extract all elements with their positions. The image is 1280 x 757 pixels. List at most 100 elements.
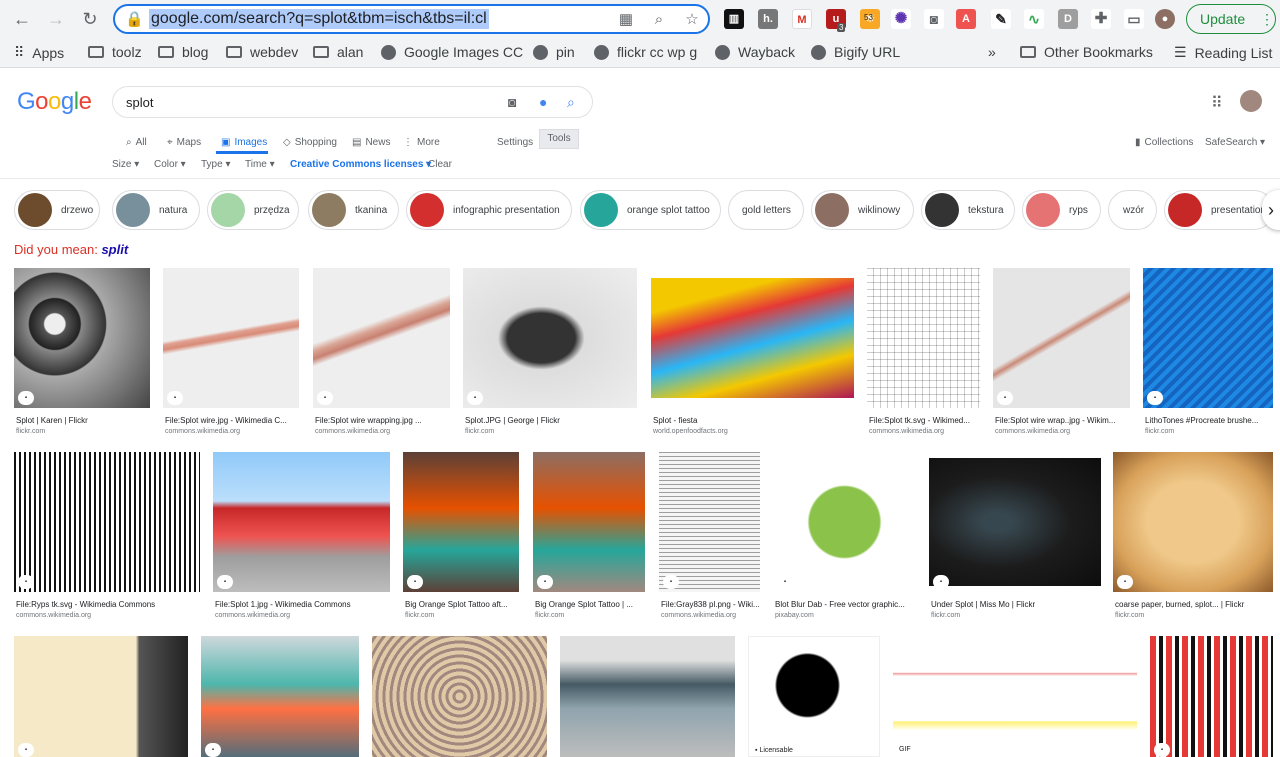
result-title[interactable]: Under Splot | Miss Mo | Flickr [931, 600, 1035, 609]
result-title[interactable]: Big Orange Splot Tattoo aft... [405, 600, 508, 609]
image-result[interactable]: ▪ File:Splot wire wrapping.jpg ... commo… [313, 268, 450, 436]
image-result[interactable] [560, 636, 735, 757]
image-result[interactable]: ▪ File:Splot wire wrap..jpg - Wikim... c… [993, 268, 1130, 436]
tab-news[interactable]: ▤ News [352, 134, 390, 150]
lock-icon[interactable]: 🔒 [125, 11, 144, 29]
related-chip[interactable]: drzewo [14, 190, 100, 230]
image-result[interactable]: GIF [893, 636, 1137, 757]
extension-hypothesis-icon[interactable]: h. [758, 9, 778, 29]
result-title[interactable]: File:Splot wire wrapping.jpg ... [315, 416, 422, 425]
extension-eyedropper-icon[interactable]: ✎ [991, 9, 1011, 29]
zoom-search-icon[interactable]: ⌕ [650, 11, 668, 29]
result-thumbnail[interactable] [403, 452, 519, 592]
bookmarks-overflow-chevron-icon[interactable]: » [988, 44, 996, 60]
result-thumbnail[interactable] [14, 452, 200, 592]
result-title[interactable]: File:Ryps tk.svg - Wikimedia Commons [16, 600, 155, 609]
bookmark-blog[interactable]: blog [158, 44, 208, 60]
bookmark-webdev[interactable]: webdev [226, 44, 298, 60]
result-thumbnail[interactable] [313, 268, 450, 408]
filter-time[interactable]: Time ▾ [245, 159, 275, 170]
url-text[interactable]: google.com/search?q=splot&tbm=isch&tbs=i… [149, 9, 489, 29]
clear-filters-link[interactable]: Clear [428, 159, 452, 170]
result-thumbnail[interactable] [659, 452, 760, 592]
result-thumbnail[interactable] [163, 268, 299, 408]
result-thumbnail[interactable] [533, 452, 645, 592]
result-title[interactable]: File:Splot 1.jpg - Wikimedia Commons [215, 600, 351, 609]
extension-a-icon[interactable]: A [956, 9, 976, 29]
profile-avatar-icon[interactable]: ● [1155, 9, 1175, 29]
image-result[interactable]: ▪ Big Orange Splot Tattoo aft... flickr.… [403, 452, 519, 624]
result-thumbnail[interactable] [560, 636, 735, 757]
tools-button[interactable]: Tools [539, 129, 579, 149]
related-chip[interactable]: infographic presentation [406, 190, 572, 230]
image-result[interactable]: ▪ File:Ryps tk.svg - Wikimedia Commons c… [14, 452, 200, 624]
bookmark-google-images-cc[interactable]: Google Images CC [381, 44, 523, 60]
image-result[interactable]: ▪ Blot Blur Dab - Free vector graphic...… [773, 452, 916, 624]
search-box[interactable]: splot ◙ ● ⌕ [112, 86, 593, 118]
extension-d-icon[interactable]: D [1058, 9, 1078, 29]
result-thumbnail[interactable] [1150, 636, 1273, 757]
result-thumbnail[interactable] [14, 268, 150, 408]
result-thumbnail[interactable] [651, 278, 854, 398]
result-thumbnail[interactable] [749, 637, 879, 756]
tab-all[interactable]: ⌕ All [126, 134, 147, 150]
image-result[interactable]: ▪ File:Splot wire.jpg - Wikimedia C... c… [163, 268, 299, 436]
menu-dots-icon[interactable]: ⋮ [1260, 5, 1274, 33]
result-title[interactable]: File:Gray838 pl.png - Wiki... [661, 600, 760, 609]
bookmark-wayback[interactable]: Wayback [715, 44, 795, 60]
image-result[interactable]: ▪ [14, 636, 188, 757]
reload-icon[interactable]: ↻ [76, 5, 104, 33]
result-thumbnail[interactable] [463, 268, 637, 408]
result-thumbnail[interactable] [893, 636, 1137, 757]
safesearch-dropdown[interactable]: SafeSearch ▾ [1205, 134, 1265, 150]
search-input[interactable]: splot [126, 95, 153, 110]
filter-size[interactable]: Size ▾ [112, 159, 139, 170]
related-chip[interactable]: natura [112, 190, 200, 230]
related-chip[interactable]: tkanina [308, 190, 399, 230]
account-avatar-icon[interactable] [1240, 90, 1262, 112]
bookmark-apps[interactable]: ⠿ Apps [14, 44, 64, 61]
result-title[interactable]: Big Orange Splot Tattoo | ... [535, 600, 633, 609]
image-result[interactable]: Splot - fiesta world.openfoodfacts.org [651, 268, 854, 436]
image-result[interactable]: ▪ coarse paper, burned, splot... | Flick… [1113, 452, 1273, 624]
result-thumbnail[interactable] [929, 458, 1101, 586]
reading-list[interactable]: ☰ Reading List [1174, 44, 1272, 61]
microphone-icon[interactable]: ● [539, 94, 547, 110]
result-title[interactable]: File:Splot tk.svg - Wikimed... [869, 416, 970, 425]
bookmark-flickr-cc[interactable]: flickr cc wp g [594, 44, 697, 60]
extension-camera-icon[interactable]: ◙ [924, 9, 944, 29]
image-result[interactable]: ▪ Under Splot | Miss Mo | Flickr flickr.… [929, 452, 1101, 624]
image-result[interactable]: ▪ LithoTones #Procreate brushe... flickr… [1143, 268, 1273, 436]
image-result[interactable]: ▪ [201, 636, 359, 757]
result-thumbnail[interactable] [213, 452, 390, 592]
bookmark-bigify-url[interactable]: Bigify URL [811, 44, 900, 60]
update-button[interactable]: Update ⋮ [1186, 4, 1276, 34]
related-chip[interactable]: presentation [1164, 190, 1274, 230]
image-result[interactable]: ▪ Big Orange Splot Tattoo | ... flickr.c… [533, 452, 645, 624]
bookmark-toolz[interactable]: toolz [88, 44, 142, 60]
result-thumbnail[interactable] [14, 636, 188, 757]
result-thumbnail[interactable] [773, 452, 916, 592]
bookmark-star-icon[interactable]: ☆ [683, 11, 701, 29]
result-title[interactable]: File:Splot wire.jpg - Wikimedia C... [165, 416, 287, 425]
result-thumbnail[interactable] [1143, 268, 1273, 408]
image-result[interactable] [372, 636, 547, 757]
related-chip[interactable]: wzór [1108, 190, 1157, 230]
back-arrow-icon[interactable]: ← [8, 5, 36, 33]
extension-gmail-icon[interactable]: M [792, 9, 812, 29]
tab-images[interactable]: ▣ Images [221, 134, 267, 150]
camera-search-icon[interactable]: ◙ [508, 94, 516, 110]
tab-more[interactable]: ⋮ More [403, 134, 440, 150]
extension-archive-icon[interactable]: ▥ [724, 9, 744, 29]
result-title[interactable]: Splot | Karen | Flickr [16, 416, 88, 425]
bookmark-alan[interactable]: alan [313, 44, 363, 60]
related-chip[interactable]: przędza [207, 190, 299, 230]
result-title[interactable]: Splot.JPG | George | Flickr [465, 416, 560, 425]
image-result[interactable]: ▪ [1150, 636, 1273, 757]
bookmark-pin[interactable]: pin [533, 44, 575, 60]
filter-type[interactable]: Type ▾ [201, 159, 230, 170]
qr-code-icon[interactable]: ▦ [617, 11, 635, 29]
result-title[interactable]: LithoTones #Procreate brushe... [1145, 416, 1258, 425]
result-title[interactable]: coarse paper, burned, splot... | Flickr [1115, 600, 1244, 609]
related-chip[interactable]: tekstura [921, 190, 1015, 230]
